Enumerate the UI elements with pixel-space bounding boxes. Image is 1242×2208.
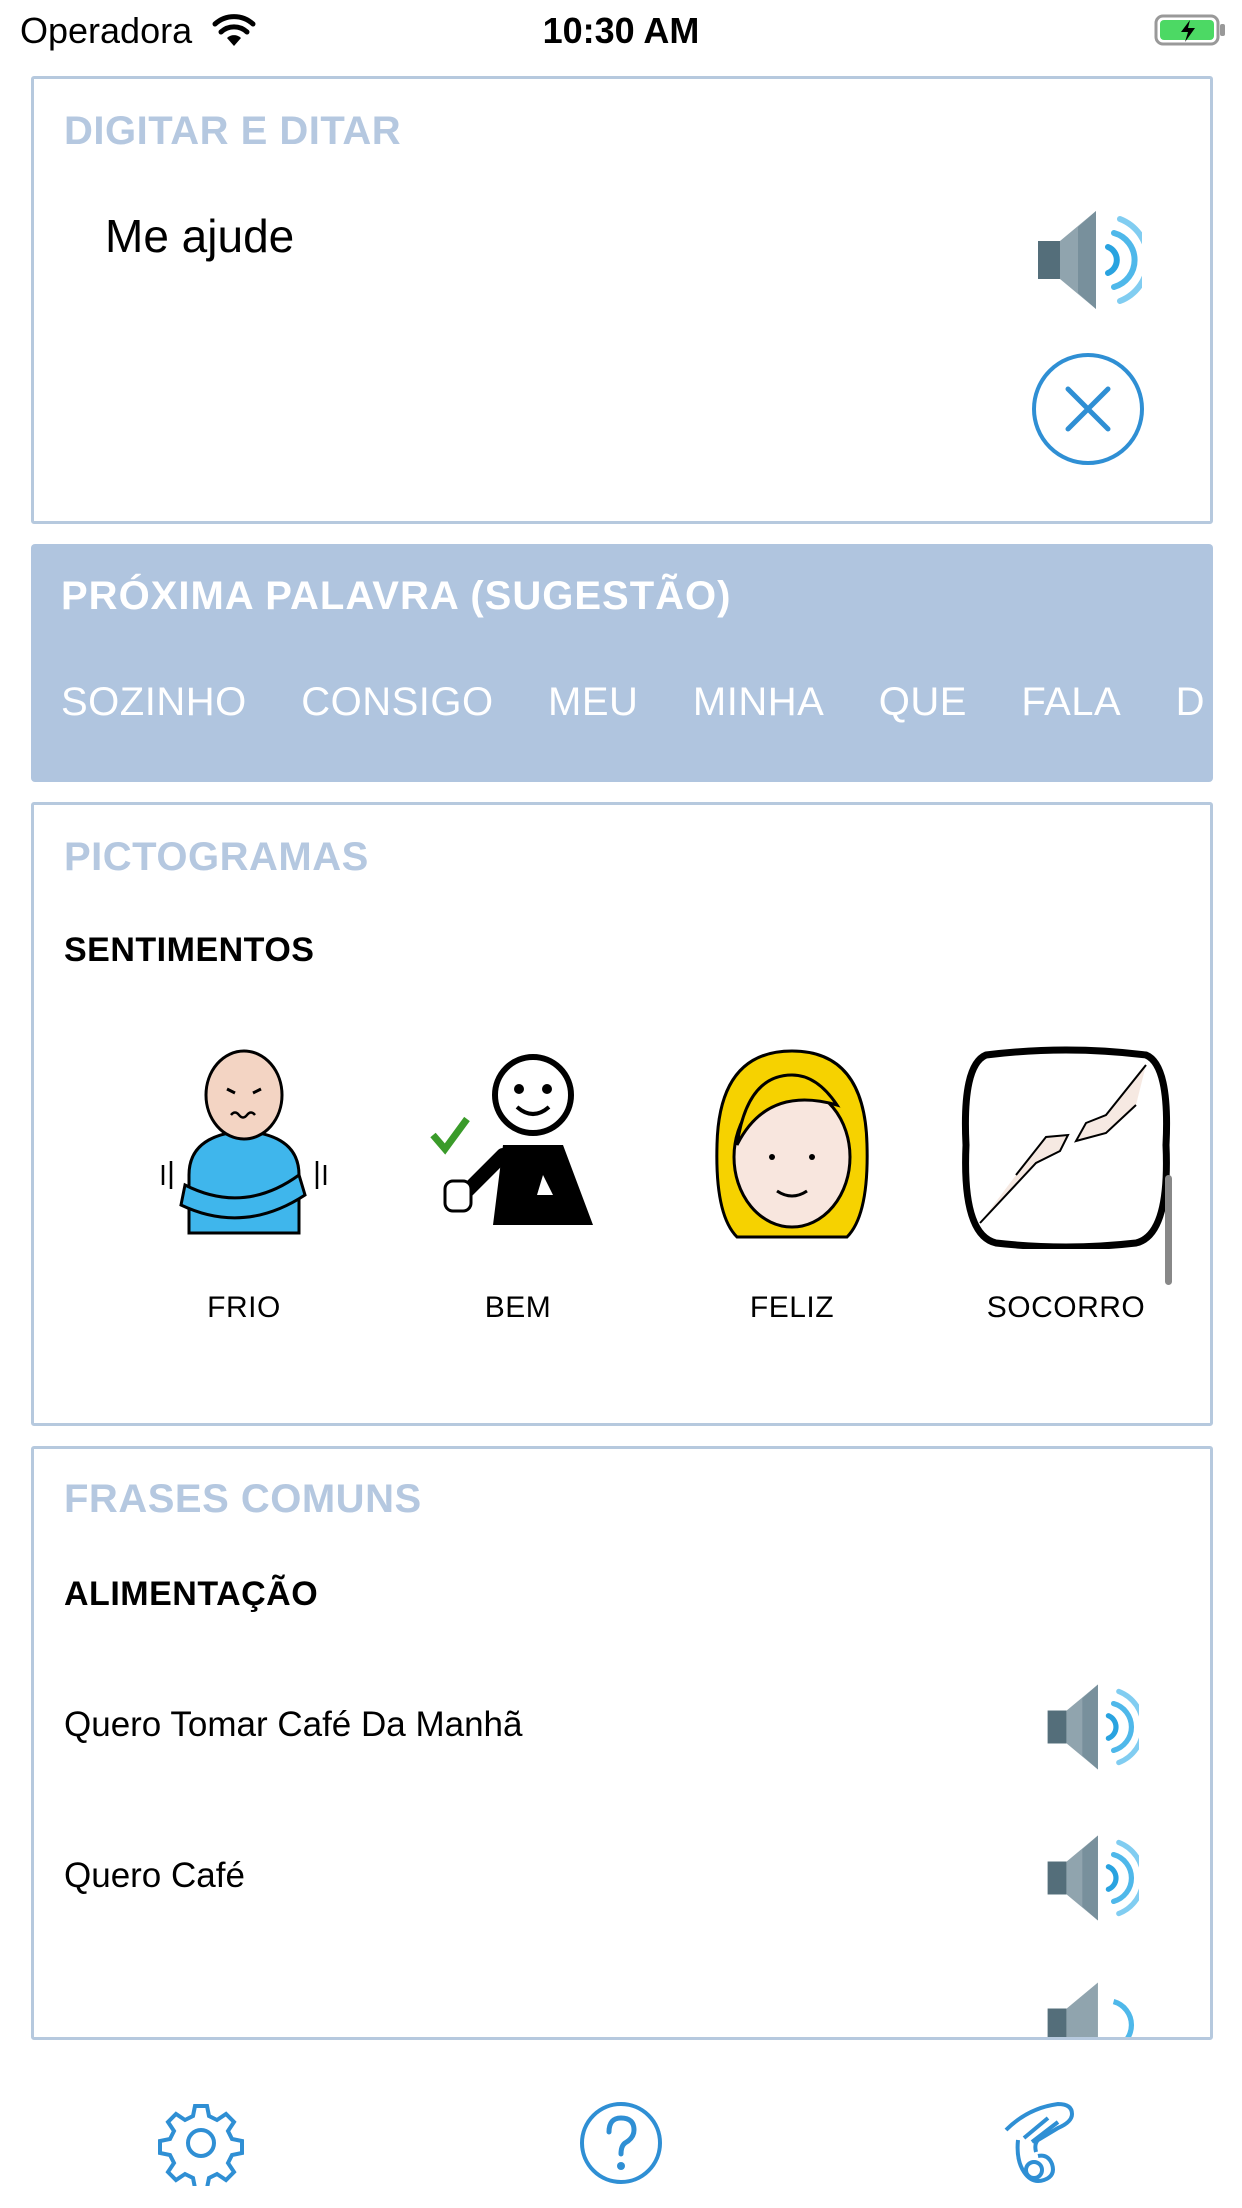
pictogram-label: FRIO	[207, 1291, 281, 1324]
close-icon	[1065, 386, 1111, 432]
phrases-category-title: ALIMENTAÇÃO	[64, 1575, 319, 1613]
phrases-card: FRASES COMUNS ALIMENTAÇÃO Quero Tomar Ca…	[31, 1446, 1213, 2040]
pictograms-section-title: PICTOGRAMAS	[64, 835, 369, 879]
suggestion-word[interactable]: SOZINHO	[61, 680, 247, 725]
pictogram-feliz[interactable]: FELIZ	[662, 1045, 922, 1324]
suggestions-title: PRÓXIMA PALAVRA (SUGESTÃO)	[61, 574, 732, 618]
phrase-text: Quero Café	[64, 1856, 245, 1895]
pictogram-label: BEM	[484, 1291, 552, 1324]
pictograms-category-title: SENTIMENTOS	[64, 931, 315, 969]
suggestion-list: SOZINHO CONSIGO MEU MINHA QUE FALA D	[61, 680, 1213, 725]
suggestion-word[interactable]: MEU	[548, 680, 638, 725]
pictogram-socorro[interactable]: SOCORRO	[936, 1045, 1196, 1324]
speaker-icon[interactable]	[1034, 207, 1152, 318]
clock: 10:30 AM	[542, 10, 700, 51]
suggestion-word[interactable]: CONSIGO	[301, 680, 493, 725]
suggestion-word[interactable]: FALA	[1021, 680, 1121, 725]
clear-button[interactable]	[1032, 353, 1144, 465]
speaker-icon[interactable]	[1043, 1832, 1146, 1929]
pictogram-label: FELIZ	[749, 1291, 835, 1324]
pictogram-grid: FRIO BEM FELIZ SOCORRO	[34, 1045, 1210, 1345]
phrase-text: Quero Tomar Café Da Manhã	[64, 1705, 523, 1744]
speaker-icon[interactable]	[1043, 1681, 1146, 1778]
suggestions-card: PRÓXIMA PALAVRA (SUGESTÃO) SOZINHO CONSI…	[31, 544, 1213, 782]
sign-language-button[interactable]	[998, 2100, 1084, 2193]
typing-card: DIGITAR E DITAR Me ajude	[31, 76, 1213, 524]
pictograms-scrollbar[interactable]	[1165, 1175, 1172, 1285]
pictogram-frio[interactable]: FRIO	[114, 1045, 374, 1324]
pictogram-label: SOCORRO	[986, 1291, 1146, 1324]
helping-hands-icon	[961, 1046, 1171, 1249]
phrase-row[interactable]: Quero Café	[64, 1828, 1184, 1938]
typed-text-field[interactable]: Me ajude	[105, 209, 294, 263]
suggestion-word[interactable]: D	[1176, 680, 1205, 725]
happy-face-icon	[715, 1049, 869, 1239]
tab-bar	[0, 2040, 1242, 2208]
gear-icon	[158, 2104, 244, 2190]
phrase-row[interactable]: Quero Tomar Café Da Manhã	[64, 1677, 1184, 1787]
help-icon	[580, 2102, 662, 2184]
phrases-section-title: FRASES COMUNS	[64, 1477, 422, 1521]
sign-language-icon	[1004, 2102, 1074, 2183]
status-bar: Operadora 10:30 AM	[0, 0, 1242, 64]
help-button[interactable]	[578, 2100, 664, 2189]
speaker-icon[interactable]	[1043, 1979, 1139, 2037]
typing-section-title: DIGITAR E DITAR	[64, 109, 402, 153]
suggestion-word[interactable]: QUE	[879, 680, 967, 725]
battery-icon	[1154, 12, 1228, 53]
suggestion-word[interactable]: MINHA	[693, 680, 824, 725]
pictogram-bem[interactable]: BEM	[388, 1045, 648, 1324]
cold-person-icon	[161, 1049, 327, 1235]
thumbs-up-person-icon	[430, 1054, 593, 1225]
pictograms-card: PICTOGRAMAS SENTIMENTOS FRIO BEM FELIZ S…	[31, 802, 1213, 1426]
settings-button[interactable]	[158, 2100, 244, 2190]
phrase-row-partial[interactable]	[64, 1979, 1184, 2037]
